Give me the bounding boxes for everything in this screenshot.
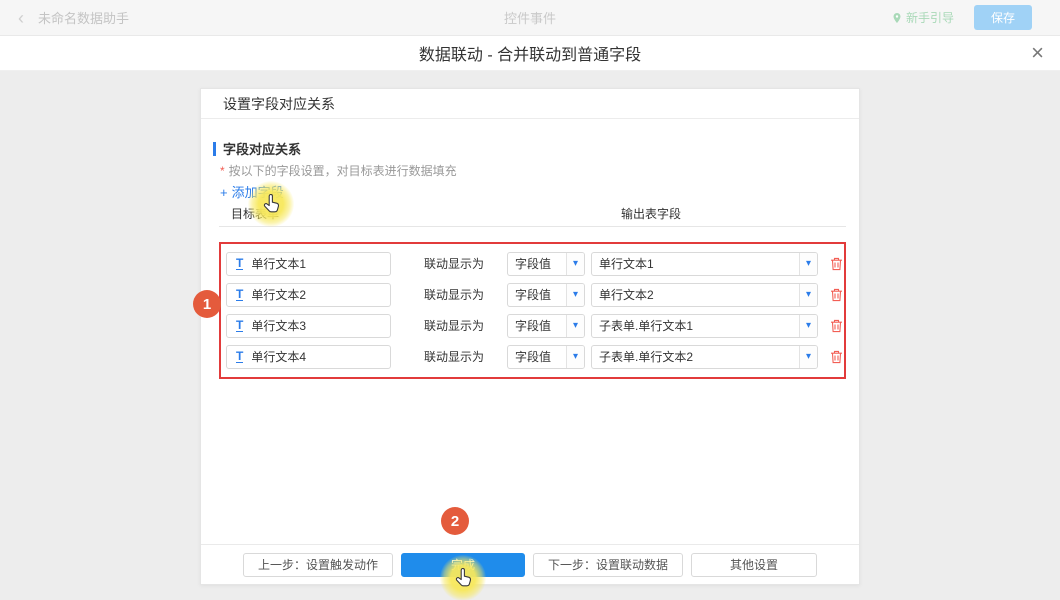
text-field-icon: T [236,288,243,301]
column-header-target: 目标表单 [231,205,279,222]
linkage-display-label: 联动显示为 [424,317,484,334]
panel-header: 设置字段对应关系 [201,89,859,119]
mode-select-value: 字段值 [508,255,566,272]
target-field-input[interactable]: T 单行文本1 [226,252,391,276]
finish-button[interactable]: 完成 [401,553,525,577]
chevron-down-icon[interactable]: ▾ [799,346,817,368]
output-field-select[interactable]: 单行文本1 ▾ [591,252,818,276]
linkage-display-label: 联动显示为 [424,286,484,303]
mode-select[interactable]: 字段值 ▾ [507,314,585,338]
close-icon[interactable]: × [1031,40,1044,66]
output-select-value: 单行文本1 [592,255,799,272]
column-header-output: 输出表字段 [621,205,681,222]
section-title-label: 字段对应关系 [223,139,301,158]
modal-header: 数据联动 - 合并联动到普通字段 × [0,36,1060,71]
column-headers: 目标表单 输出表字段 [219,205,846,227]
output-select-value: 子表单.单行文本1 [592,317,799,334]
topbar: ‹ 未命名数据助手 控件事件 新手引导 保存 [0,0,1060,36]
field-mapping-row: T 单行文本4 联动显示为 字段值 ▾ 子表单.单行文本2 ▾ [221,341,844,372]
chevron-down-icon[interactable]: ▾ [799,284,817,306]
target-field-value: 单行文本4 [251,348,306,365]
description-text: 按以下的字段设置，对目标表进行数据填充 [229,164,457,178]
back-icon[interactable]: ‹ [18,9,24,27]
delete-row-icon[interactable] [830,350,843,364]
field-mapping-row: T 单行文本1 联动显示为 字段值 ▾ 单行文本1 ▾ [221,248,844,279]
chevron-down-icon[interactable]: ▾ [566,253,584,275]
mode-select-value: 字段值 [508,286,566,303]
delete-row-icon[interactable] [830,257,843,271]
mode-select-value: 字段值 [508,348,566,365]
section-title: 字段对应关系 [213,139,301,158]
linkage-display-label: 联动显示为 [424,348,484,365]
add-field-label: 添加字段 [232,185,284,200]
step-1-badge: 1 [193,290,221,318]
plus-icon: + [220,185,228,200]
target-field-value: 单行文本1 [251,255,306,272]
mode-select[interactable]: 字段值 ▾ [507,283,585,307]
mode-select[interactable]: 字段值 ▾ [507,345,585,369]
step-2-badge: 2 [441,507,469,535]
output-select-value: 子表单.单行文本2 [592,348,799,365]
target-field-input[interactable]: T 单行文本3 [226,314,391,338]
guide-label: 新手引导 [906,9,954,26]
target-field-input[interactable]: T 单行文本4 [226,345,391,369]
chevron-down-icon[interactable]: ▾ [799,315,817,337]
mode-select[interactable]: 字段值 ▾ [507,252,585,276]
add-field-link[interactable]: + 添加字段 [220,182,284,201]
field-mapping-panel: 设置字段对应关系 字段对应关系 * 按以下的字段设置，对目标表进行数据填充 + 添加… [200,88,860,585]
app-title: 未命名数据助手 [38,8,129,27]
delete-row-icon[interactable] [830,319,843,333]
field-mapping-row: T 单行文本2 联动显示为 字段值 ▾ 单行文本2 ▾ [221,279,844,310]
modal-title: 数据联动 - 合并联动到普通字段 [419,41,641,65]
other-settings-button[interactable]: 其他设置 [691,553,817,577]
page: ‹ 未命名数据助手 控件事件 新手引导 保存 数据联动 - 合并联动到普通字段 … [0,0,1060,600]
target-field-value: 单行文本3 [251,317,306,334]
output-field-select[interactable]: 子表单.单行文本1 ▾ [591,314,818,338]
text-field-icon: T [236,257,243,270]
target-field-input[interactable]: T 单行文本2 [226,283,391,307]
footer-button-bar: 上一步：设置触发动作 完成 下一步：设置联动数据 其他设置 [201,544,859,584]
save-button[interactable]: 保存 [974,5,1032,30]
target-field-value: 单行文本2 [251,286,306,303]
section-description: * 按以下的字段设置，对目标表进行数据填充 [220,162,457,179]
text-field-icon: T [236,350,243,363]
mode-select-value: 字段值 [508,317,566,334]
location-pin-icon [892,12,902,24]
linkage-display-label: 联动显示为 [424,255,484,272]
highlight-box-1: T 单行文本1 联动显示为 字段值 ▾ 单行文本1 ▾ T [219,242,846,379]
chevron-down-icon[interactable]: ▾ [566,284,584,306]
guide-link[interactable]: 新手引导 [892,9,954,26]
output-field-select[interactable]: 单行文本2 ▾ [591,283,818,307]
output-field-select[interactable]: 子表单.单行文本2 ▾ [591,345,818,369]
chevron-down-icon[interactable]: ▾ [799,253,817,275]
next-step-button[interactable]: 下一步：设置联动数据 [533,553,683,577]
field-mapping-row: T 单行文本3 联动显示为 字段值 ▾ 子表单.单行文本1 ▾ [221,310,844,341]
output-select-value: 单行文本2 [592,286,799,303]
text-field-icon: T [236,319,243,332]
prev-step-button[interactable]: 上一步：设置触发动作 [243,553,393,577]
chevron-down-icon[interactable]: ▾ [566,346,584,368]
section-marker [213,142,216,156]
required-mark: * [220,164,225,178]
delete-row-icon[interactable] [830,288,843,302]
chevron-down-icon[interactable]: ▾ [566,315,584,337]
